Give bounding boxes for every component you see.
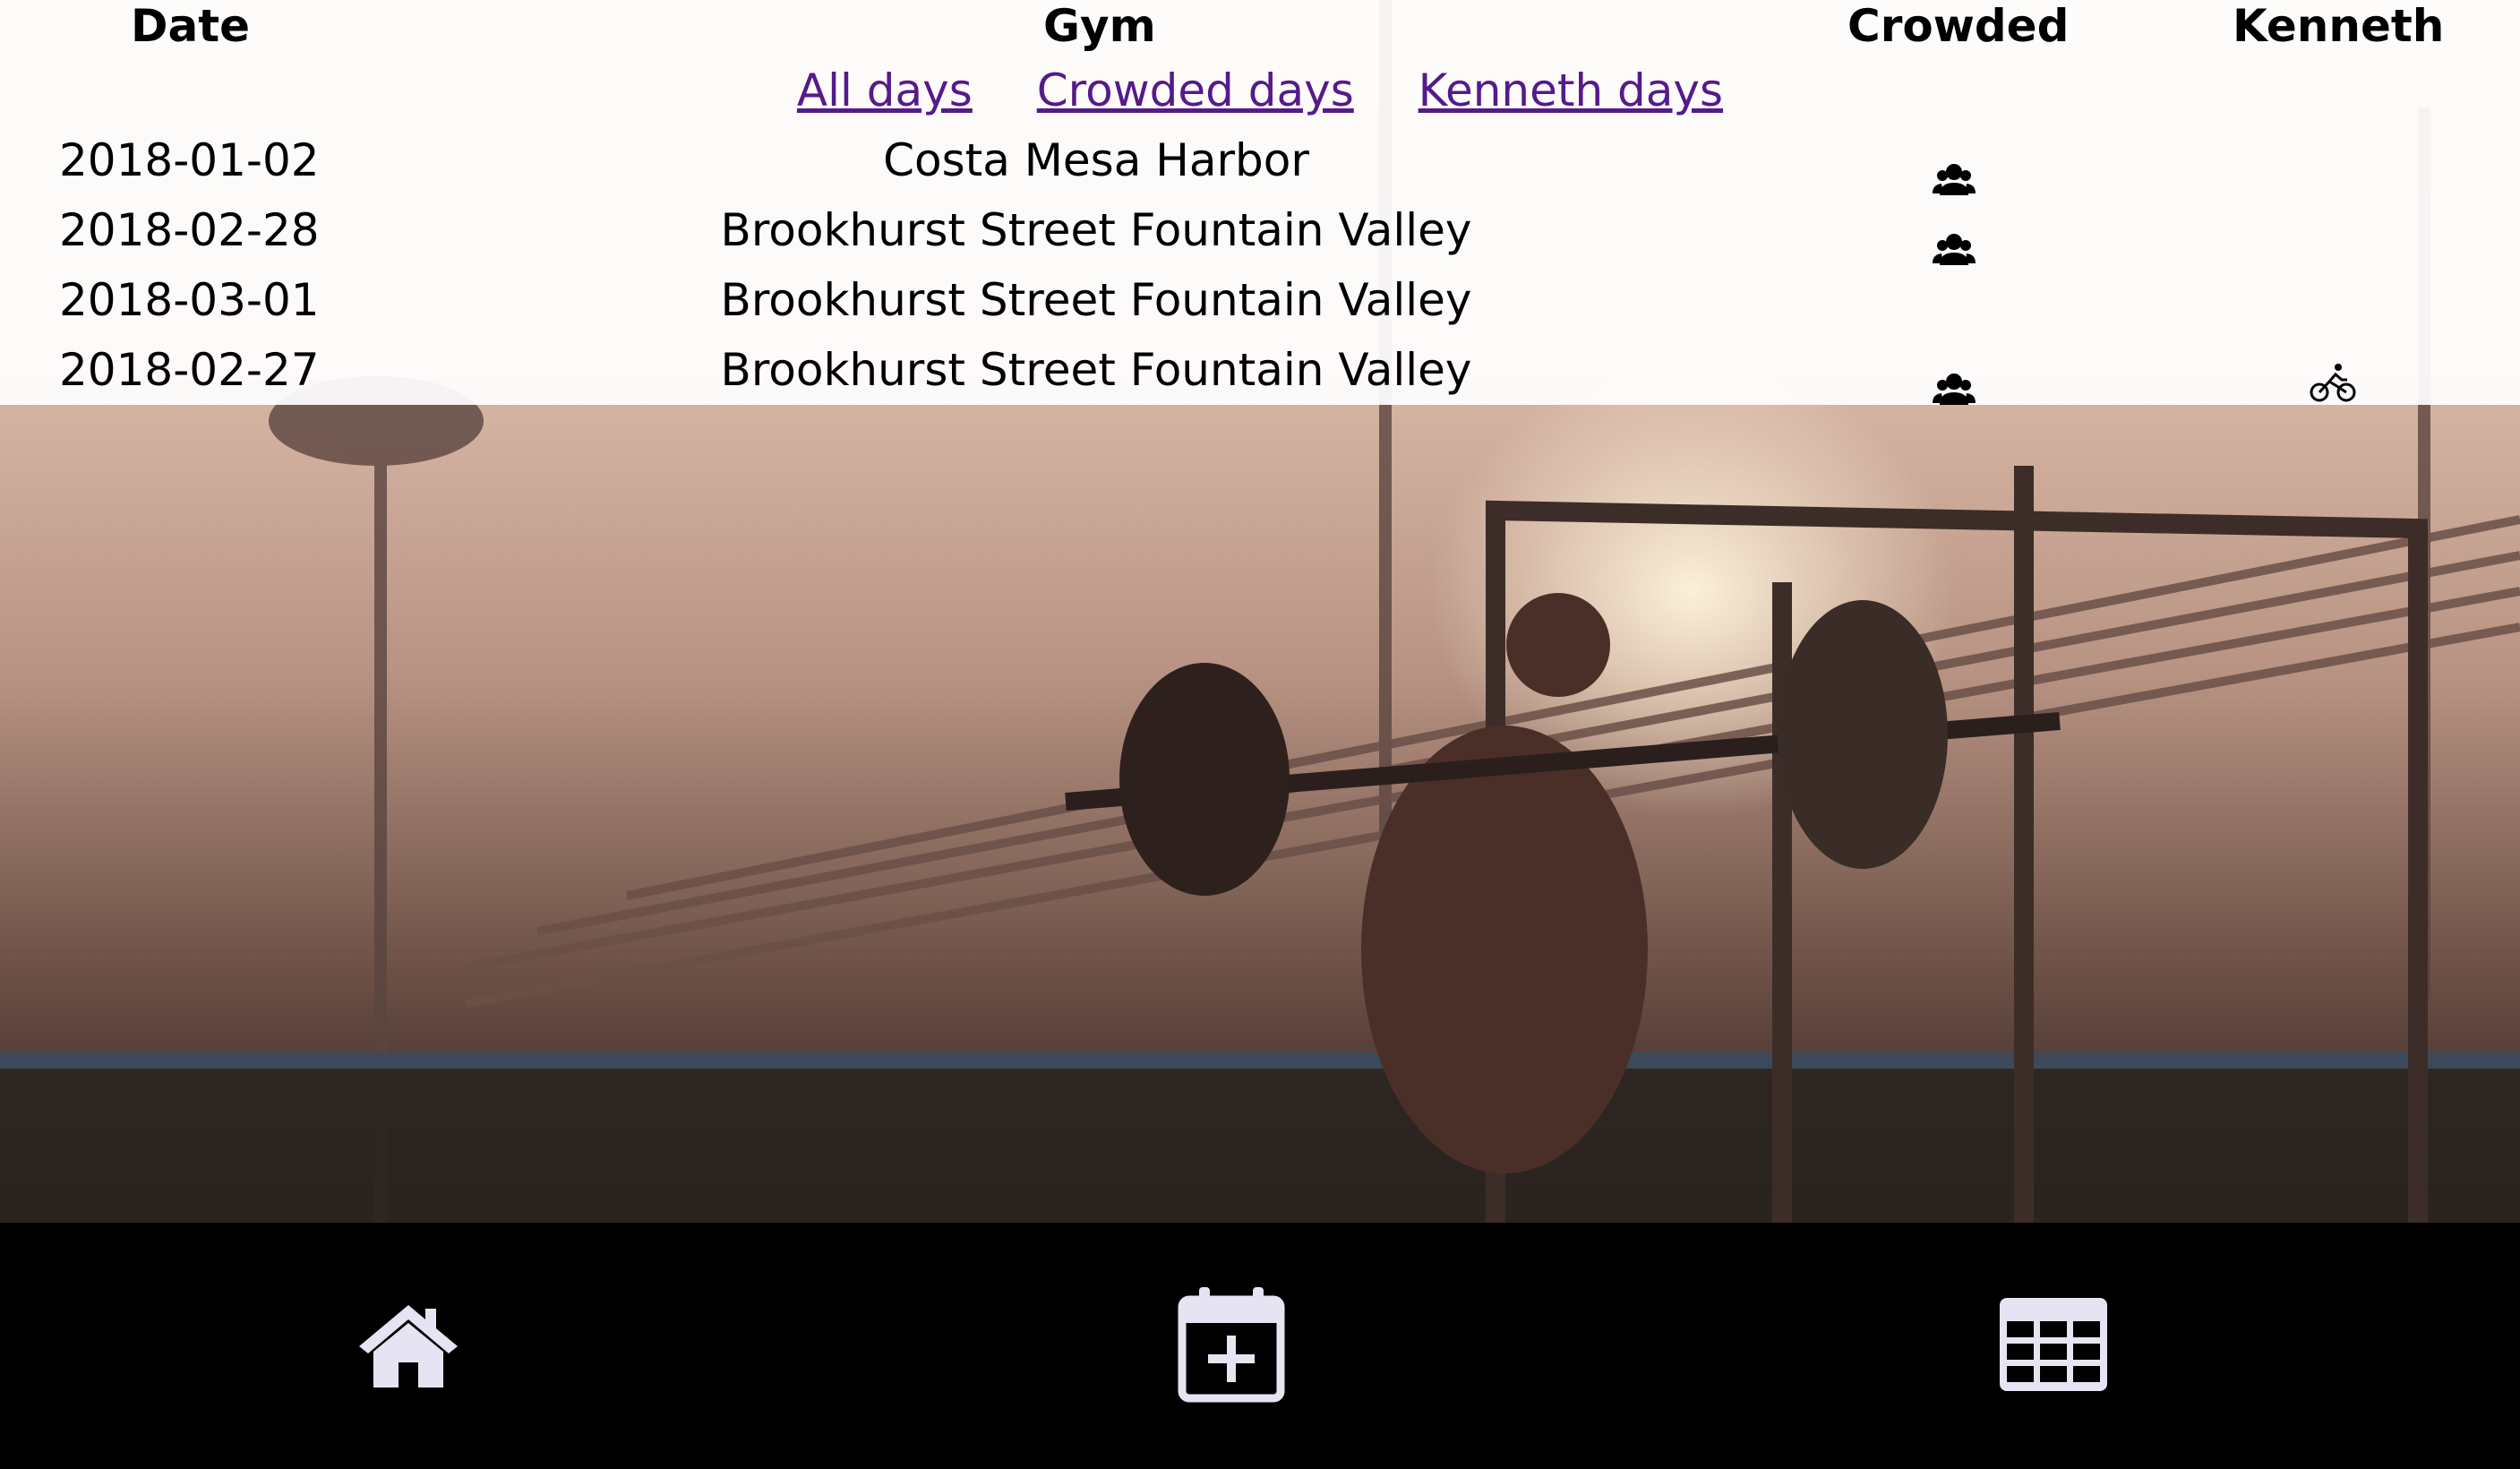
table-row: 2018-02-28 Brookhurst Street Fountain Va…	[0, 195, 2520, 265]
workout-table: Date Gym Crowded Kenneth All days Crowde…	[0, 0, 2520, 405]
table-row: 2018-01-02 Costa Mesa Harbor	[0, 125, 2520, 195]
filter-crowded-days[interactable]: Crowded days	[1037, 64, 1354, 116]
header-kenneth: Kenneth	[2233, 0, 2445, 52]
nav-table-button[interactable]	[1874, 1223, 2233, 1469]
row-gym: Brookhurst Street Fountain Valley	[720, 204, 1472, 256]
header-crowded: Crowded	[1847, 0, 2070, 52]
users-icon	[1933, 217, 1976, 265]
filter-links: All days Crowded days Kenneth days	[0, 64, 2520, 116]
row-gym: Brookhurst Street Fountain Valley	[720, 344, 1472, 396]
grid-icon	[2000, 1297, 2107, 1395]
header-date: Date	[131, 0, 251, 52]
row-date: 2018-02-28	[59, 204, 320, 256]
filter-all-days[interactable]: All days	[797, 64, 973, 116]
home-icon	[356, 1301, 461, 1391]
filter-kenneth-days[interactable]: Kenneth days	[1419, 64, 1723, 116]
bicycle-icon	[2310, 353, 2356, 402]
row-date: 2018-02-27	[59, 344, 320, 396]
row-date: 2018-01-02	[59, 134, 320, 186]
table-row: 2018-02-27 Brookhurst Street Fountain Va…	[0, 335, 2520, 405]
row-date: 2018-03-01	[59, 274, 320, 326]
nav-add-event-button[interactable]	[1052, 1223, 1410, 1469]
header-gym: Gym	[1043, 0, 1156, 52]
table-row: 2018-03-01 Brookhurst Street Fountain Va…	[0, 265, 2520, 335]
row-gym: Brookhurst Street Fountain Valley	[720, 274, 1472, 326]
nav-home-button[interactable]	[229, 1223, 587, 1469]
row-gym: Costa Mesa Harbor	[883, 134, 1309, 186]
calendar-plus-icon	[1178, 1285, 1285, 1407]
bottom-nav	[0, 1223, 2520, 1469]
users-icon	[1933, 147, 1976, 195]
users-icon	[1933, 357, 1976, 405]
